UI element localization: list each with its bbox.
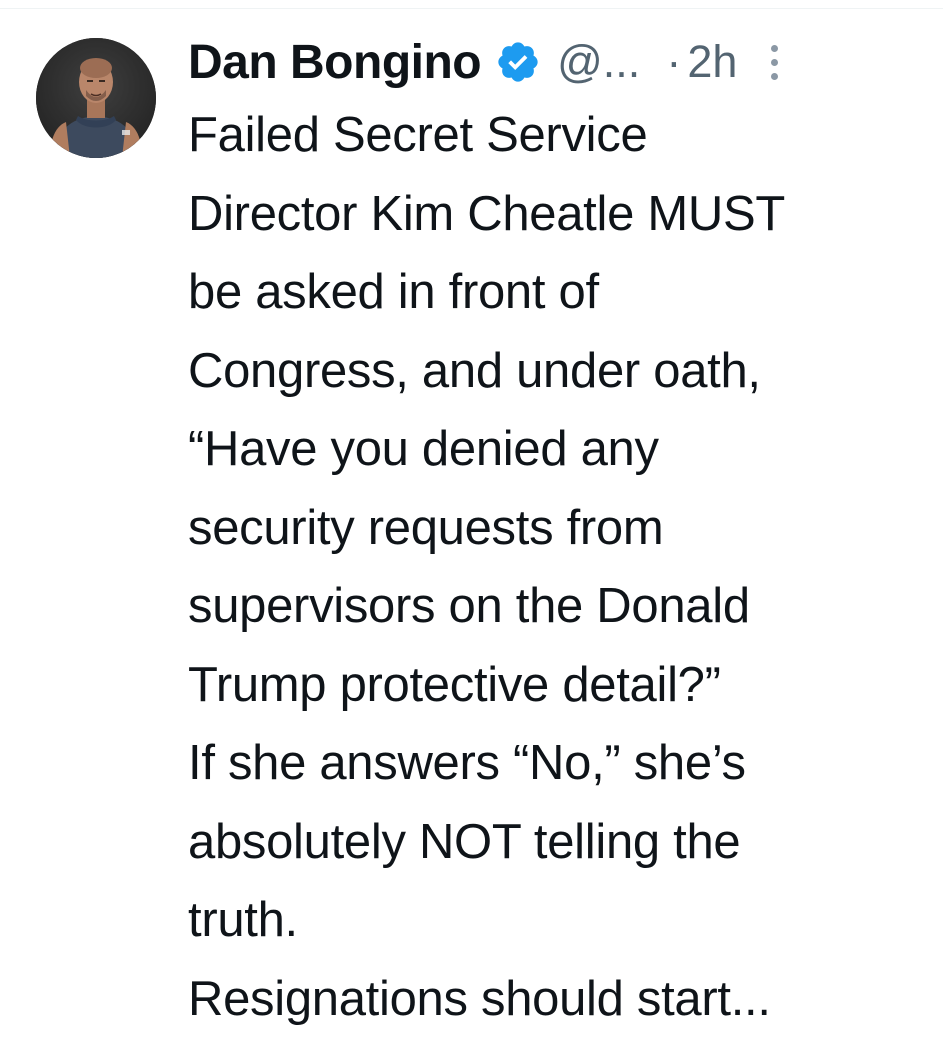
tweet-text-line: security requests from — [188, 489, 928, 568]
tweet-text-line: absolutely NOT telling the — [188, 803, 928, 882]
avatar[interactable] — [36, 38, 156, 158]
tweet-text-line: supervisors on the Donald — [188, 567, 928, 646]
tweet-header: Dan Bongino @... · 2h — [188, 30, 918, 94]
tweet-text-line: Failed Secret Service — [188, 96, 928, 175]
display-name[interactable]: Dan Bongino — [188, 35, 481, 90]
tweet-text-line: Congress, and under oath, — [188, 332, 928, 411]
tweet-text-line: Director Kim Cheatle MUST — [188, 175, 928, 254]
tweet-text-line: truth. — [188, 881, 928, 960]
tweet-text-line: be asked in front of — [188, 253, 928, 332]
more-vertical-icon[interactable] — [763, 37, 787, 87]
tweet-text: Failed Secret Service Director Kim Cheat… — [188, 96, 928, 1038]
tweet-text-line: If she answers “No,” she’s — [188, 724, 928, 803]
tweet-text-line: Resignations should start... — [188, 960, 928, 1038]
tweet-text-line: “Have you denied any — [188, 410, 928, 489]
author-handle[interactable]: @... — [557, 36, 640, 88]
verified-badge-icon — [495, 39, 541, 85]
timestamp[interactable]: 2h — [687, 36, 737, 88]
separator-dot: · — [666, 36, 681, 88]
tweet-card[interactable]: Dan Bongino @... · 2h Failed Secret Serv… — [0, 0, 943, 1023]
tweet-text-line: Trump protective detail?” — [188, 646, 928, 725]
profile-photo-icon — [36, 38, 156, 158]
